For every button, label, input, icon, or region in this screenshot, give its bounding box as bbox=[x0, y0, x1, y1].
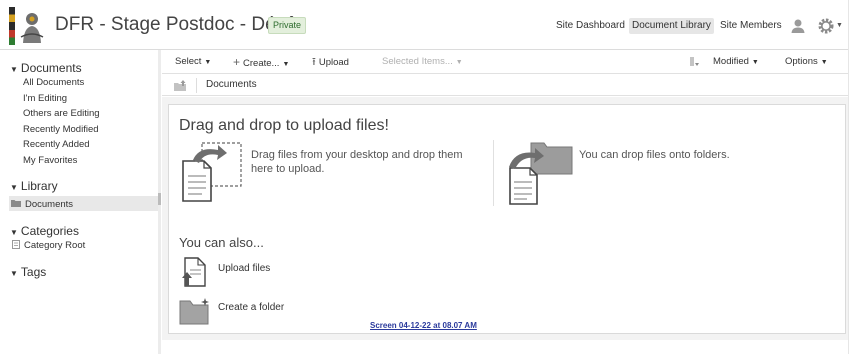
chevron-down-icon: ▼ bbox=[282, 61, 290, 68]
folder-drop-description: You can drop files onto folders. bbox=[579, 149, 730, 161]
create-label: Create... bbox=[243, 58, 280, 69]
chevron-down-icon: ▼ bbox=[455, 59, 463, 66]
section-divider bbox=[493, 140, 494, 206]
screenshot-caption: Screen 04-12-22 at 08.07 AM bbox=[370, 321, 477, 330]
drag-to-upload-icon bbox=[182, 142, 242, 202]
folder-up-icon[interactable] bbox=[174, 80, 186, 91]
site-logo[interactable] bbox=[9, 7, 47, 45]
upload-button[interactable]: ⭱ Upload bbox=[312, 56, 349, 69]
select-label: Select bbox=[175, 56, 202, 67]
gear-caret-icon[interactable]: ▼ bbox=[836, 22, 843, 29]
chevron-down-icon: ▼ bbox=[751, 59, 759, 66]
sidebar-item-all-documents[interactable]: All Documents bbox=[23, 77, 84, 88]
site-header: DFR - Stage Postdoc - Dépôt Private Site… bbox=[0, 0, 864, 50]
upload-file-icon[interactable] bbox=[180, 256, 210, 288]
tree-item-documents[interactable]: Documents bbox=[25, 199, 73, 210]
chevron-down-icon: ▼ bbox=[204, 59, 212, 66]
settings-gear-icon bbox=[818, 18, 834, 34]
sidebar-item-recently-added[interactable]: Recently Added bbox=[23, 139, 90, 150]
nav-document-library[interactable]: Document Library bbox=[629, 18, 714, 34]
breadcrumb[interactable]: Documents bbox=[206, 79, 257, 90]
gear-icon[interactable] bbox=[817, 17, 835, 35]
sort-field-menu[interactable]: Modified ▼ bbox=[713, 56, 759, 69]
sort-icon bbox=[690, 57, 699, 66]
library-heading-label: Library bbox=[20, 179, 58, 193]
upload-arrow-icon: ⭱ bbox=[312, 56, 316, 68]
folder-up-glyph bbox=[174, 80, 186, 91]
site-title[interactable]: DFR - Stage Postdoc - Dépôt bbox=[55, 14, 302, 36]
plus-icon: + bbox=[233, 55, 241, 69]
private-badge: Private bbox=[268, 17, 307, 34]
category-icon bbox=[12, 240, 20, 249]
documents-section-heading[interactable]: ▼ Documents bbox=[10, 61, 82, 75]
upload-label: Upload bbox=[318, 57, 349, 68]
breadcrumb-divider bbox=[196, 78, 197, 93]
user-avatar-icon bbox=[791, 19, 805, 33]
drop-onto-folder-icon bbox=[509, 142, 573, 205]
logo-stripes bbox=[9, 7, 15, 45]
drag-drop-description: Drag files from your desktop and drop th… bbox=[251, 149, 463, 175]
tags-section-heading[interactable]: ▼ Tags bbox=[10, 265, 46, 279]
collapse-triangle-icon: ▼ bbox=[10, 228, 18, 237]
collapse-triangle-icon: ▼ bbox=[10, 65, 18, 74]
drag-drop-heading: Drag and drop to upload files! bbox=[179, 117, 389, 134]
options-label: Options bbox=[785, 56, 818, 67]
upload-files-link[interactable]: Upload files bbox=[218, 263, 270, 274]
categories-heading-label: Categories bbox=[20, 224, 79, 238]
tags-heading-label: Tags bbox=[20, 265, 47, 279]
create-menu-button[interactable]: + Create... ▼ bbox=[233, 56, 289, 71]
chevron-down-icon: ▼ bbox=[820, 59, 828, 66]
options-menu[interactable]: Options ▼ bbox=[785, 56, 828, 69]
nav-site-dashboard[interactable]: Site Dashboard bbox=[553, 18, 628, 34]
sidebar-item-others-editing[interactable]: Others are Editing bbox=[23, 108, 100, 119]
create-folder-link[interactable]: Create a folder bbox=[218, 302, 284, 313]
documents-heading-label: Documents bbox=[20, 61, 82, 75]
sidebar-item-recently-modified[interactable]: Recently Modified bbox=[23, 124, 99, 135]
sort-direction-button[interactable] bbox=[689, 56, 699, 67]
window-right-edge bbox=[848, 0, 864, 354]
collapse-triangle-icon: ▼ bbox=[10, 183, 18, 192]
sidebar-item-my-favorites[interactable]: My Favorites bbox=[23, 155, 77, 166]
nav-site-members[interactable]: Site Members bbox=[717, 18, 785, 34]
sidebar-resizer[interactable] bbox=[158, 50, 161, 354]
tree-item-category-root[interactable]: Category Root bbox=[24, 240, 85, 251]
selected-items-label: Selected Items... bbox=[382, 56, 453, 67]
select-menu-button[interactable]: Select ▼ bbox=[175, 56, 211, 69]
you-can-also-heading: You can also... bbox=[179, 235, 264, 250]
library-section-heading[interactable]: ▼ Library bbox=[10, 179, 58, 193]
resizer-grip[interactable] bbox=[158, 193, 161, 205]
create-folder-icon[interactable] bbox=[179, 297, 211, 325]
selected-items-menu[interactable]: Selected Items... ▼ bbox=[382, 56, 463, 69]
collapse-triangle-icon: ▼ bbox=[10, 269, 18, 278]
folder-icon bbox=[11, 200, 21, 207]
sidebar-item-im-editing[interactable]: I'm Editing bbox=[23, 93, 67, 104]
breadcrumb-bar: Documents bbox=[162, 75, 848, 96]
user-icon[interactable] bbox=[790, 18, 806, 34]
sort-label: Modified bbox=[713, 56, 749, 67]
categories-section-heading[interactable]: ▼ Categories bbox=[10, 224, 79, 238]
